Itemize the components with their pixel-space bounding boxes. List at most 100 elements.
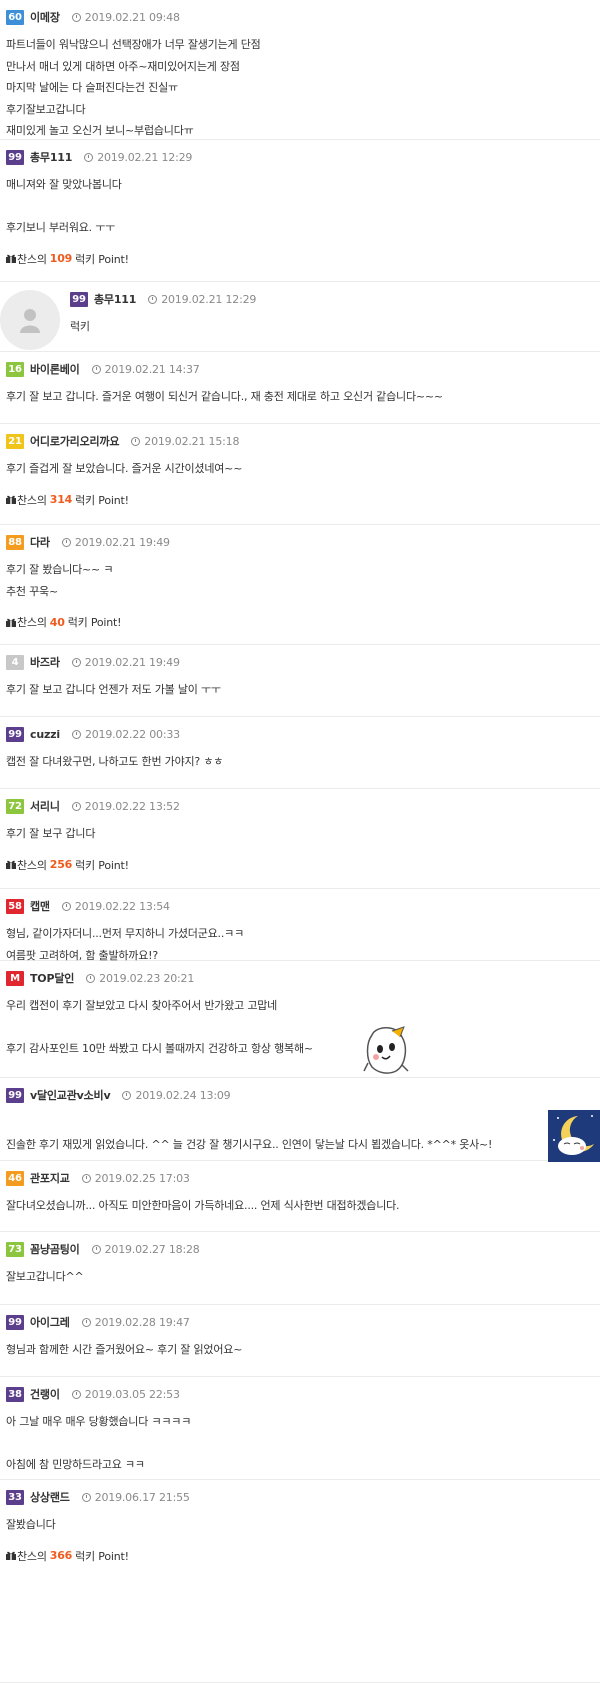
level-badge: 88 — [6, 534, 24, 550]
comment-time: 2019.02.28 19:47 — [94, 1315, 190, 1329]
author-nickname[interactable]: 이메장 — [30, 9, 60, 25]
comment: 4 바즈라 2019.02.21 19:49 후기 잘 보고 갑니다 언젠가 저도 가… — [0, 645, 600, 717]
author-nickname[interactable]: cuzzi — [30, 728, 60, 741]
author-nickname[interactable]: 캡맨 — [30, 898, 50, 914]
author-nickname[interactable]: 다라 — [30, 534, 50, 550]
level-badge: 99 — [6, 726, 24, 742]
comment-body: 잘봤습니다 — [6, 1514, 594, 1544]
comment-line: 후기잘보고갑니다 — [6, 102, 86, 116]
comment-meta: 72 서리니 2019.02.22 13:52 — [6, 789, 594, 823]
comment-line: 후기 즐겁게 잘 보았습니다. 즐거운 시간이셨네여~~ — [6, 462, 243, 475]
comment-line: 마지막 날에는 다 슬퍼진다는건 진실ㅠ — [6, 81, 178, 94]
level-badge: 73 — [6, 1241, 24, 1257]
comment-time: 2019.06.17 21:55 — [94, 1490, 190, 1504]
point-amount: 40 — [49, 615, 65, 629]
comment-time: 2019.03.05 22:53 — [84, 1387, 180, 1401]
comment-body: 우리 캡전이 후기 잘보았고 다시 찾아주어서 반가왔고 고맙네 후기 감사포인트… — [6, 995, 594, 1060]
point-prefix: 찬스의 — [17, 616, 47, 629]
comment: 58 캡맨 2019.02.22 13:54 형님, 같이가자더니...먼저 무지하니… — [0, 889, 600, 962]
author-nickname[interactable]: 총무111 — [94, 291, 136, 307]
comment: 60 이메장 2019.02.21 09:48 파트너들이 워낙많으니 선택장애가 너… — [0, 0, 600, 140]
author-nickname[interactable]: 건랭이 — [30, 1386, 60, 1402]
level-badge: 60 — [6, 9, 24, 25]
comment-line: 형님과 함께한 시간 즐거웠어요~ 후기 잘 읽었어요~ — [6, 1343, 243, 1356]
comment-line: 잘봤습니다 — [6, 1518, 56, 1531]
comment: 73 꼼냥곰팅이 2019.02.27 18:28 잘보고갑니다^^ — [0, 1232, 600, 1305]
author-nickname[interactable]: 총무111 — [30, 149, 72, 165]
level-badge: 4 — [6, 654, 24, 670]
comment-body: 진솔한 후기 재밌게 읽었습니다. ^^ 늘 건강 잘 챙기시구요.. 인연이 … — [6, 1112, 594, 1155]
lucky-point: 찬스의 256 럭키 Point! — [6, 853, 594, 877]
level-badge: 16 — [6, 361, 24, 377]
comment-body: 잘다녀오셨습니까... 아직도 미안한마음이 가득하네요.... 언제 식사한번… — [6, 1195, 594, 1217]
comment-body: 후기 즐겁게 잘 보았습니다. 즐거운 시간이셨네여~~ — [6, 458, 594, 488]
point-suffix: 럭키 Point! — [75, 1549, 129, 1563]
clock-icon — [91, 364, 101, 374]
clock-icon — [131, 436, 141, 446]
comment-line: 럭키 — [70, 320, 90, 333]
comment-time: 2019.02.22 13:52 — [84, 799, 180, 813]
comment-line: 캡전 잘 다녀왔구먼, 나하고도 한번 가야지? ㅎㅎ — [6, 755, 224, 768]
level-badge: 72 — [6, 798, 24, 814]
comment-meta: 60 이메장 2019.02.21 09:48 — [6, 0, 594, 34]
comment-line: 후기 잘 보고 갑니다. 즐거운 여행이 되신거 같습니다., 재 충전 제대로… — [6, 390, 443, 403]
author-nickname[interactable]: 꼼냥곰팅이 — [30, 1241, 80, 1257]
comment-body: 잘보고갑니다^^ — [6, 1266, 594, 1288]
comment-time: 2019.02.21 15:18 — [144, 434, 240, 448]
lucky-point: 찬스의 314 럭키 Point! — [6, 488, 594, 512]
clock-icon — [84, 152, 94, 162]
comment-meta: 99 아이그레 2019.02.28 19:47 — [6, 1305, 594, 1339]
comment-line: 아침에 참 민망하드라고요 ㅋㅋ — [6, 1458, 145, 1471]
point-prefix: 찬스의 — [17, 493, 47, 507]
comment: 33 상상랜드 2019.06.17 21:55 잘봤습니다 찬스의 366 럭키 Poin… — [0, 1480, 600, 1683]
author-nickname[interactable]: 서리니 — [30, 798, 60, 814]
author-nickname[interactable]: 관포지교 — [30, 1170, 70, 1186]
comment-line: 매니져와 잘 맞았나봅니다 — [6, 178, 122, 191]
author-nickname[interactable]: 바즈라 — [30, 654, 60, 670]
comment-list: 60 이메장 2019.02.21 09:48 파트너들이 워낙많으니 선택장애가 너… — [0, 0, 600, 1683]
comment-time: 2019.02.21 14:37 — [104, 362, 200, 376]
comment-meta: 99 v달인교관v소비v 2019.02.24 13:09 — [6, 1078, 594, 1112]
gift-icon — [6, 618, 16, 627]
comment-time: 2019.02.21 19:49 — [74, 535, 170, 549]
comment-meta: 99 총무111 2019.02.21 12:29 — [6, 140, 594, 174]
comment: 72 서리니 2019.02.22 13:52 후기 잘 보구 갑니다 찬스의 256 럭키… — [0, 789, 600, 889]
comment-body: 아 그날 매우 매우 당황했습니다 ㅋㅋㅋㅋ 아침에 참 민망하드라고요 ㅋㅋ — [6, 1411, 594, 1476]
author-nickname[interactable]: 상상랜드 — [30, 1489, 70, 1505]
author-nickname[interactable]: 바이론베이 — [30, 361, 80, 377]
clock-icon — [71, 801, 81, 811]
clock-icon — [91, 1244, 101, 1254]
clock-icon — [86, 973, 96, 983]
gift-icon — [6, 495, 16, 504]
clock-icon — [61, 901, 71, 911]
clock-icon — [81, 1317, 91, 1327]
level-badge: 33 — [6, 1489, 24, 1505]
comment-time: 2019.02.22 13:54 — [74, 899, 170, 913]
comment-time: 2019.02.27 18:28 — [104, 1242, 200, 1256]
clock-icon — [122, 1090, 132, 1100]
comment: 38 건랭이 2019.03.05 22:53 아 그날 매우 매우 당황했습니다 ㅋ… — [0, 1377, 600, 1480]
moon-sleep-emoticon — [548, 1110, 600, 1165]
author-nickname[interactable]: v달인교관v소비v — [30, 1087, 111, 1103]
author-nickname[interactable]: TOP달인 — [30, 970, 74, 986]
author-nickname[interactable]: 아이그레 — [30, 1314, 70, 1330]
point-amount: 314 — [49, 493, 73, 506]
comment-meta: 46 관포지교 2019.02.25 17:03 — [6, 1161, 594, 1195]
comment-body: 형님과 함께한 시간 즐거웠어요~ 후기 잘 읽었어요~ — [6, 1339, 594, 1361]
author-nickname[interactable]: 어디로가리오리까요 — [30, 433, 119, 449]
comment-line: 추천 꾸욱~ — [6, 584, 58, 598]
clock-icon — [71, 1389, 81, 1399]
comment: 21 어디로가리오리까요 2019.02.21 15:18 후기 즐겁게 잘 보았습니… — [0, 424, 600, 525]
comment-body: 럭키 — [70, 316, 594, 338]
point-prefix: 찬스의 — [17, 252, 47, 266]
comment: M TOP달인 2019.02.23 20:21 우리 캡전이 후기 잘보았고 다시 … — [0, 961, 600, 1078]
point-prefix: 찬스의 — [17, 858, 47, 872]
level-badge: 46 — [6, 1170, 24, 1186]
ghost-emoticon — [362, 1025, 410, 1078]
comment: 16 바이론베이 2019.02.21 14:37 후기 잘 보고 갑니다. 즐거운 … — [0, 352, 600, 424]
gift-icon — [6, 860, 16, 869]
